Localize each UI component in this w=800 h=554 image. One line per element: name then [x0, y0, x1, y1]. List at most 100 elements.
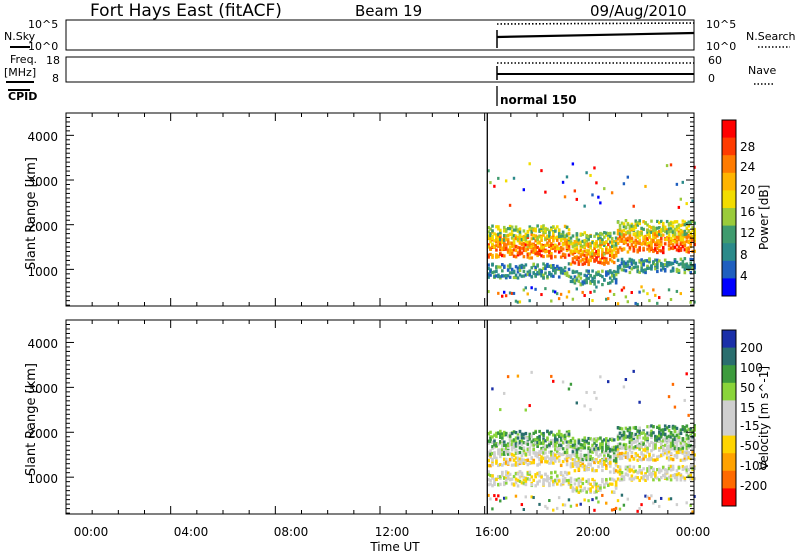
echo-cell [640, 231, 643, 235]
echo-cell [622, 477, 626, 482]
colorbar-swatch [722, 330, 736, 349]
velocity-colorbar: 200 100 50 15 -15 -50 -100 -200 Velocity… [721, 329, 771, 507]
echo-cell [569, 480, 573, 484]
echo-cell [522, 188, 526, 192]
echo-cell [644, 184, 647, 188]
echo-cell [569, 504, 573, 508]
echo-cell [685, 372, 688, 376]
echo-cell [583, 231, 587, 235]
echo-cell [495, 497, 498, 501]
colorbar-swatch [722, 488, 736, 507]
echo-cell [687, 451, 691, 455]
echo-cell [654, 499, 657, 503]
echo-cell [528, 270, 532, 274]
power-ytick-4000: 4000 [27, 130, 58, 144]
echo-cell [669, 497, 673, 501]
echo-cell [532, 478, 536, 482]
echo-cell [589, 462, 592, 466]
echo-cell [544, 271, 547, 275]
echo-cell [652, 453, 655, 457]
echo-cell [563, 503, 567, 507]
echo-cell [524, 408, 527, 412]
echo-cell [530, 475, 534, 479]
cpid-value: normal 150 [500, 93, 577, 107]
echo-cell [626, 473, 630, 477]
echo-cell [638, 248, 641, 252]
x-axis: 00:00 04:00 08:00 12:00 16:00 20:00 00:0… [74, 525, 711, 554]
echo-cell [626, 243, 630, 247]
echo-cell [520, 251, 524, 255]
echo-cell [587, 499, 590, 503]
echo-cell [577, 467, 581, 471]
echo-cell [624, 225, 628, 229]
freq-unit: [MHz] [4, 66, 36, 79]
echo-cell [571, 162, 575, 166]
echo-cell [491, 229, 494, 233]
echo-cell [587, 269, 590, 273]
echo-cell [628, 464, 632, 468]
power-cbar-tick-4: 4 [740, 269, 748, 283]
power-cbar-tick-24: 24 [740, 160, 755, 174]
echo-cell [499, 408, 502, 412]
echo-cell [652, 425, 655, 429]
echo-cell [636, 265, 640, 269]
echo-cell [650, 219, 653, 223]
freq-frame [65, 56, 695, 83]
echo-cell [675, 454, 679, 458]
echo-cell [601, 275, 604, 279]
freq-label: Freq. [10, 53, 37, 66]
echo-cell [681, 180, 684, 184]
echo-cell [544, 287, 547, 291]
echo-cell [608, 289, 612, 293]
echo-cell [587, 478, 590, 482]
echo-cell [495, 248, 498, 252]
echo-cell [532, 460, 536, 464]
echo-cell [614, 457, 618, 461]
echo-cell [677, 205, 681, 209]
echo-cell [614, 281, 618, 285]
echo-cell [597, 253, 600, 257]
echo-cell [567, 471, 571, 475]
echo-cell [599, 486, 602, 490]
echo-cell [595, 181, 598, 185]
power-data-layer [487, 162, 696, 306]
vel-cbar-tick-50: 50 [740, 381, 755, 395]
echo-cell [640, 471, 643, 475]
echo-cell [597, 280, 600, 284]
echo-cell [565, 459, 569, 463]
echo-cell [538, 479, 541, 483]
echo-cell [585, 390, 588, 394]
echo-cell [606, 380, 610, 384]
echo-cell [608, 470, 612, 474]
echo-cell [667, 233, 671, 237]
echo-cell [573, 440, 577, 444]
echo-cell [628, 458, 632, 462]
power-colorbar-label: Power [dB] [757, 185, 771, 250]
echo-cell [671, 458, 675, 462]
echo-cell [642, 263, 645, 267]
echo-cell [579, 485, 583, 489]
power-frame [65, 112, 695, 307]
echo-cell [659, 496, 663, 500]
power-ytick-2000: 2000 [27, 220, 58, 234]
echo-cell [630, 451, 634, 455]
echo-cell [567, 267, 571, 271]
echo-cell [561, 380, 565, 384]
echo-cell [618, 465, 622, 469]
cpid-row: CPID normal 150 [8, 86, 577, 107]
echo-cell [687, 250, 691, 254]
echo-cell [532, 447, 536, 452]
echo-cell [638, 238, 641, 242]
echo-cell [489, 181, 492, 185]
echo-cell [654, 446, 657, 450]
echo-cell [555, 438, 559, 442]
echo-cell [573, 469, 577, 473]
echo-cell [530, 286, 533, 290]
echo-cell [579, 272, 583, 276]
echo-cell [530, 434, 534, 438]
echo-cell [681, 437, 685, 441]
echo-cell [491, 263, 494, 267]
echo-cell [589, 290, 592, 294]
echo-cell [546, 506, 549, 510]
echo-cell [512, 240, 516, 245]
